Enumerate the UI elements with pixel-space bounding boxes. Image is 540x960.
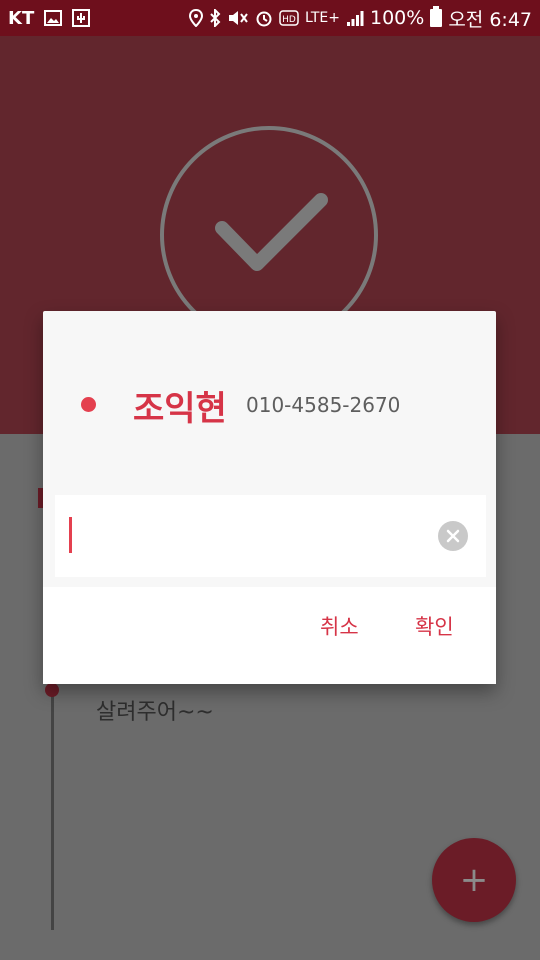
- confirm-button[interactable]: 확인: [415, 611, 454, 641]
- contact-dot-icon: [81, 397, 96, 412]
- status-bar: KT HD LTE+ 100% 오전 6:47: [0, 0, 540, 36]
- contact-row: 조익현 010-4585-2670: [43, 381, 496, 431]
- text-cursor: [69, 517, 72, 553]
- image-icon: [44, 8, 63, 28]
- dialog-actions: 취소 확인: [43, 587, 496, 684]
- clock: 오전 6:47: [448, 8, 532, 31]
- contact-phone: 010-4585-2670: [246, 393, 401, 417]
- contact-name: 조익현: [133, 389, 227, 429]
- mute-icon: [227, 8, 249, 28]
- hd-icon: HD: [279, 8, 299, 28]
- location-icon: [189, 8, 203, 28]
- timeline-message: 살려주어~~: [96, 700, 214, 725]
- cancel-button[interactable]: 취소: [320, 611, 359, 641]
- timeline-line: [51, 690, 54, 930]
- clear-icon[interactable]: [438, 521, 468, 551]
- bluetooth-icon: [209, 8, 221, 28]
- plus-icon: +: [459, 860, 489, 900]
- message-input[interactable]: [75, 515, 425, 555]
- message-input-box[interactable]: [55, 495, 486, 577]
- usb-icon: [72, 8, 91, 28]
- signal-icon: [346, 8, 364, 28]
- carrier-label: KT: [8, 7, 35, 29]
- alarm-icon: [255, 8, 273, 28]
- timeline-dot: [45, 683, 59, 697]
- add-fab-button[interactable]: +: [432, 838, 516, 922]
- battery-icon: [430, 6, 443, 27]
- battery-percent: 100%: [370, 7, 425, 29]
- svg-text:HD: HD: [282, 15, 296, 25]
- lte-label: LTE+: [305, 10, 340, 26]
- dialog: 조익현 010-4585-2670 취소 확인: [43, 311, 496, 684]
